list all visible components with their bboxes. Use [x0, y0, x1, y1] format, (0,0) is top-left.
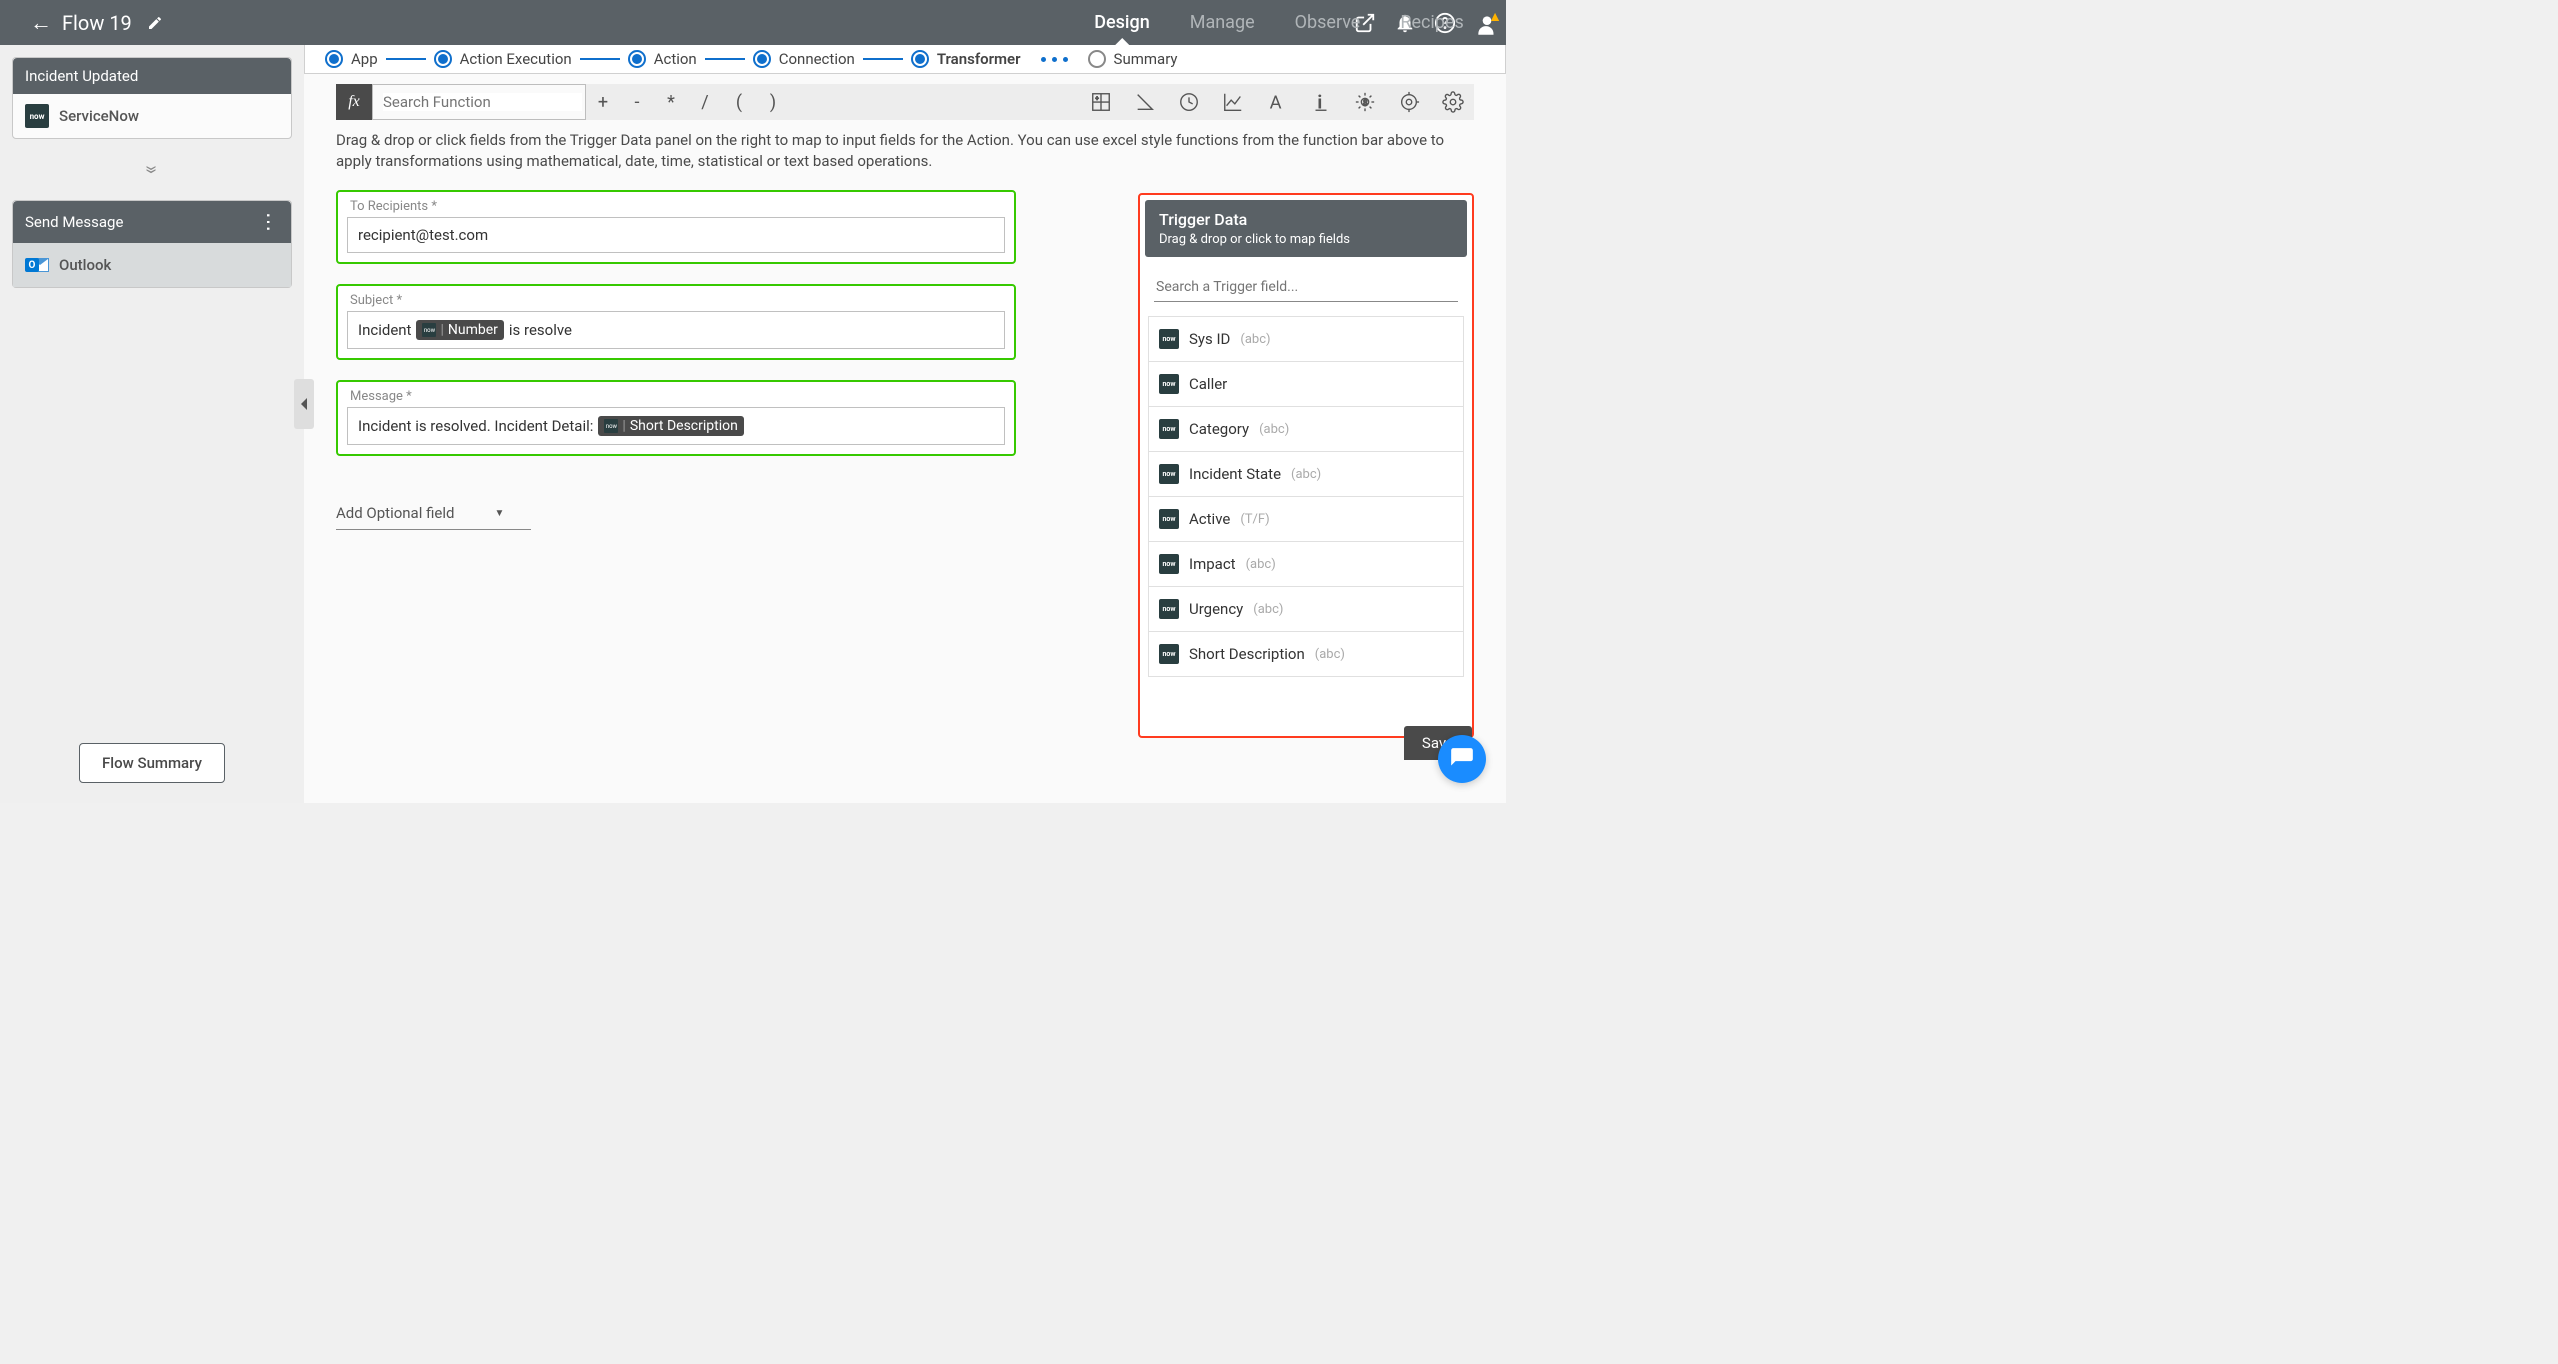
tab-observe[interactable]: Observe	[1295, 2, 1361, 43]
function-search-input[interactable]	[383, 93, 582, 111]
subject-label: Subject *	[342, 290, 1010, 308]
action-card-menu-icon[interactable]: ⋯	[257, 212, 281, 232]
to-recipients-field: To Recipients * recipient@test.com	[336, 190, 1016, 264]
subject-field: Subject * Incident now|Number is resolve	[336, 284, 1016, 360]
wizard-step-action-execution[interactable]: Action Execution	[434, 50, 572, 68]
flow-summary-button[interactable]: Flow Summary	[79, 743, 225, 783]
trigger-card-header[interactable]: Incident Updated	[13, 58, 291, 94]
collapse-sidebar-handle[interactable]	[294, 379, 314, 429]
trigger-field-urgency[interactable]: nowUrgency(abc)	[1148, 586, 1464, 632]
chat-support-icon[interactable]	[1438, 735, 1486, 783]
function-search-container	[372, 84, 586, 120]
info-fn-icon[interactable]: i	[1310, 91, 1332, 113]
trigger-card: Incident Updated now ServiceNow	[12, 57, 292, 139]
action-card-header[interactable]: Send Message ⋯	[13, 201, 291, 243]
action-card-body[interactable]: O Outlook	[13, 243, 291, 287]
wizard-step-transformer[interactable]: Transformer	[911, 50, 1021, 68]
svg-text:$: $	[1363, 98, 1367, 107]
dropdown-caret-icon: ▼	[494, 508, 504, 519]
message-field: Message * Incident is resolved. Incident…	[336, 380, 1016, 456]
svg-text:A: A	[1270, 92, 1282, 113]
trigger-search-input[interactable]	[1156, 279, 1456, 295]
left-sidebar: Incident Updated now ServiceNow » .chevr…	[0, 45, 304, 803]
to-recipients-input[interactable]: recipient@test.com	[347, 217, 1005, 253]
operator-group: + - * / ( )	[586, 84, 790, 120]
wizard-step-connection[interactable]: Connection	[753, 50, 855, 68]
edit-flow-title-icon[interactable]	[147, 15, 163, 31]
subject-input[interactable]: Incident now|Number is resolve	[347, 311, 1005, 349]
op-divide[interactable]: /	[688, 92, 722, 113]
trigger-field-category[interactable]: nowCategory(abc)	[1148, 406, 1464, 452]
number-chip[interactable]: now|Number	[416, 320, 503, 340]
trigger-field-caller[interactable]: nowCaller	[1148, 361, 1464, 407]
message-input[interactable]: Incident is resolved. Incident Detail: n…	[347, 407, 1005, 445]
form-fields-area: To Recipients * recipient@test.com Subje…	[336, 190, 1016, 476]
op-plus[interactable]: +	[586, 92, 620, 113]
main-canvas: App Action Execution Action Connection T…	[304, 45, 1506, 803]
math-fn-icon[interactable]: +	[1090, 91, 1112, 113]
trigger-field-list: nowSys ID(abc) nowCaller nowCategory(abc…	[1148, 316, 1464, 736]
message-label: Message *	[342, 386, 1010, 404]
tab-design[interactable]: Design	[1094, 2, 1149, 43]
add-optional-field-dropdown[interactable]: Add Optional field ▼	[336, 504, 531, 530]
svg-text:+: +	[1096, 96, 1099, 102]
servicenow-icon: now	[25, 104, 49, 128]
top-header: ← Flow 19 Design Manage Observe Recipes …	[0, 0, 1506, 45]
tab-recipes[interactable]: Recipes	[1400, 2, 1463, 43]
angle-fn-icon[interactable]	[1134, 91, 1156, 113]
action-card-title: Send Message	[25, 213, 123, 231]
trigger-field-sys-id[interactable]: nowSys ID(abc)	[1148, 316, 1464, 362]
trigger-card-body[interactable]: now ServiceNow	[13, 94, 291, 138]
flow-title: Flow 19	[62, 11, 132, 35]
trigger-panel-header: Trigger Data Drag & drop or click to map…	[1145, 200, 1467, 257]
trigger-field-active[interactable]: nowActive(T/F)	[1148, 496, 1464, 542]
flow-direction-icon: »	[138, 165, 165, 173]
action-app-name: Outlook	[59, 256, 111, 274]
clock-gear-fn-icon[interactable]	[1398, 91, 1420, 113]
trigger-field-incident-state[interactable]: nowIncident State(abc)	[1148, 451, 1464, 497]
action-card: Send Message ⋯ O Outlook	[12, 200, 292, 288]
wizard-step-action[interactable]: Action	[628, 50, 697, 68]
trigger-panel-subtitle: Drag & drop or click to map fields	[1159, 232, 1453, 247]
op-paren-open[interactable]: (	[722, 92, 756, 113]
text-fn-icon[interactable]: A	[1266, 91, 1288, 113]
chart-fn-icon[interactable]	[1222, 91, 1244, 113]
header-left: ← Flow 19	[30, 10, 163, 36]
user-warning-icon: ▲	[1488, 8, 1502, 25]
wizard-progress-bar: App Action Execution Action Connection T…	[304, 45, 1506, 74]
trigger-panel-title: Trigger Data	[1159, 210, 1453, 229]
back-arrow-icon[interactable]: ←	[30, 10, 52, 36]
trigger-field-impact[interactable]: nowImpact(abc)	[1148, 541, 1464, 587]
trigger-field-short-description[interactable]: nowShort Description(abc)	[1148, 631, 1464, 677]
time-fn-icon[interactable]	[1178, 91, 1200, 113]
trigger-data-panel: Trigger Data Drag & drop or click to map…	[1138, 193, 1474, 738]
user-profile-icon[interactable]: ▲	[1474, 12, 1496, 34]
wizard-step-app[interactable]: App	[325, 50, 378, 68]
trigger-app-name: ServiceNow	[59, 107, 139, 125]
gear-fn-icon[interactable]	[1442, 91, 1464, 113]
function-category-toolbar: + A i $	[1090, 91, 1474, 113]
op-minus[interactable]: -	[620, 92, 654, 113]
outlook-icon: O	[25, 253, 49, 277]
function-bar: fx + - * / ( ) +	[336, 84, 1474, 120]
top-nav-tabs: Design Manage Observe Recipes	[1094, 2, 1463, 43]
helper-text: Drag & drop or click fields from the Tri…	[336, 130, 1474, 172]
trigger-search-container	[1154, 270, 1458, 302]
wizard-step-summary[interactable]: Summary	[1088, 50, 1178, 68]
to-recipients-label: To Recipients *	[342, 196, 1010, 214]
op-paren-close[interactable]: )	[756, 92, 790, 113]
idea-fn-icon[interactable]: $	[1354, 91, 1376, 113]
op-multiply[interactable]: *	[654, 92, 688, 113]
short-description-chip[interactable]: now|Short Description	[598, 416, 743, 436]
fx-icon: fx	[336, 84, 372, 120]
tab-manage[interactable]: Manage	[1190, 2, 1255, 43]
